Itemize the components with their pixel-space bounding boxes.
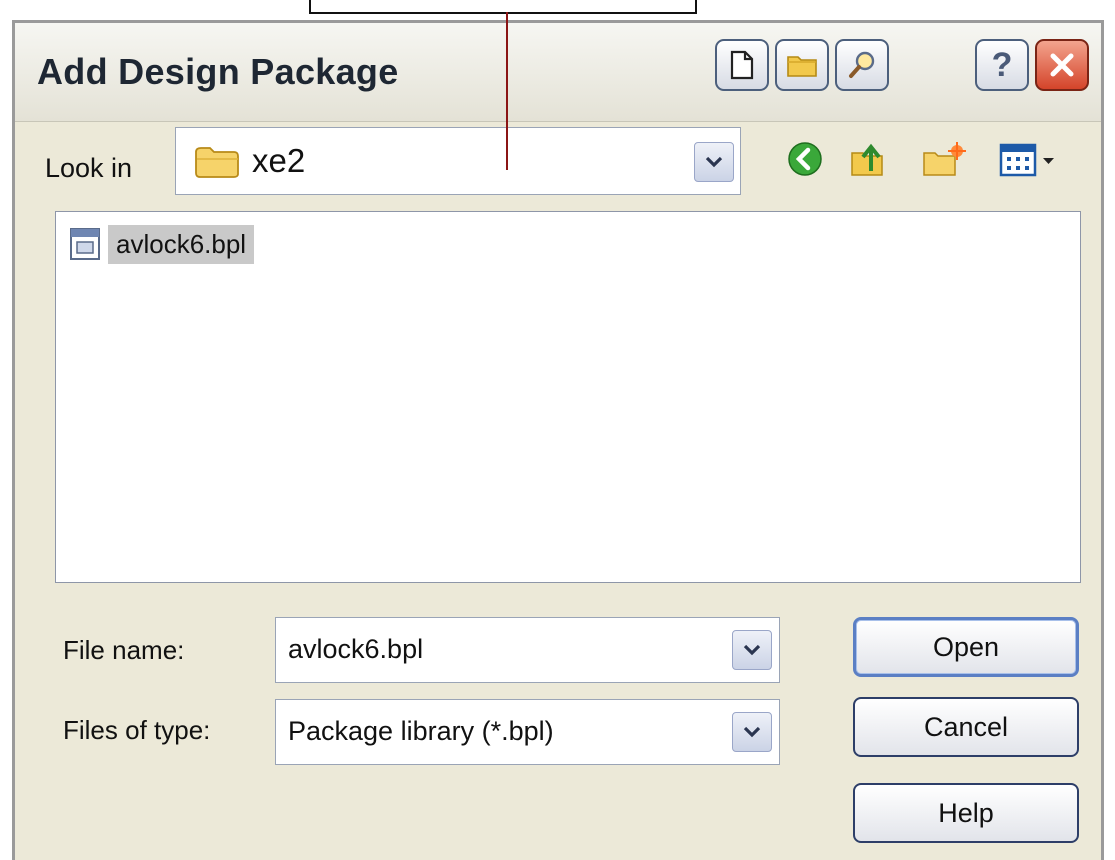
new-file-icon [730,50,754,80]
file-name-label: avlock6.bpl [108,224,255,264]
chevron-down-icon [743,726,761,738]
cancel-button[interactable]: Cancel [853,697,1079,757]
look-in-dropdown[interactable]: xe2 [175,127,741,195]
file-type-label: Files of type: [63,715,211,745]
search-button[interactable] [835,39,889,91]
file-item[interactable]: avlock6.bpl [68,224,255,264]
open-folder-button[interactable] [775,39,829,91]
folder-icon [195,147,239,178]
file-name-input[interactable]: avlock6.bpl [275,617,780,683]
close-icon [1050,53,1074,77]
close-button[interactable] [1035,39,1089,91]
help-icon: ? [991,45,1013,84]
callout-leader-line [506,12,508,170]
view-menu-icon[interactable] [999,141,1059,179]
search-icon [849,51,875,78]
help-title-button[interactable]: ? [975,39,1029,91]
file-type-dropdown[interactable]: Package library (*.bpl) [275,699,780,765]
dialog-title: Add Design Package [37,51,399,92]
file-type-value: Package library (*.bpl) [288,716,554,746]
chevron-down-icon [705,156,723,168]
open-button[interactable]: Open [853,617,1079,677]
callout-box [309,0,697,14]
chevron-down-icon [743,644,761,656]
look-in-dropdown-arrow[interactable] [694,142,734,182]
file-name-label: File name: [63,635,185,665]
package-file-icon [70,228,100,260]
new-file-button[interactable] [715,39,769,91]
new-folder-icon[interactable] [921,141,967,179]
help-button[interactable]: Help [853,783,1079,843]
folder-icon [787,56,817,77]
file-name-value: avlock6.bpl [288,634,424,664]
back-icon[interactable] [787,141,823,177]
file-list[interactable]: avlock6.bpl [55,211,1081,583]
file-name-dropdown-arrow[interactable] [732,630,772,670]
up-folder-icon[interactable] [849,141,887,179]
add-design-package-dialog: Add Design Package ? Look in xe2 avlock6… [12,20,1104,860]
look-in-value: xe2 [252,142,306,179]
look-in-label: Look in [45,153,133,183]
file-type-dropdown-arrow[interactable] [732,712,772,752]
title-bar: Add Design Package ? [15,23,1101,122]
